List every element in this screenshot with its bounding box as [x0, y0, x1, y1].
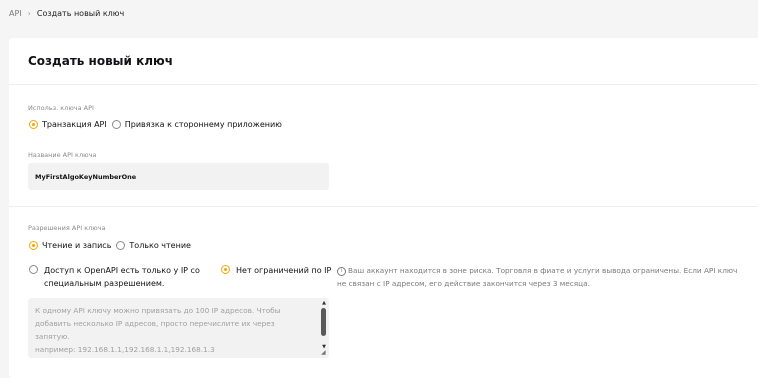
permissions-radio-group: Чтение и запись Только чтение [29, 241, 196, 250]
key-name-input[interactable]: MyFirstAlgoKeyNumberOne [28, 163, 329, 190]
scrollbar-thumb[interactable] [321, 308, 326, 336]
radio-label: Транзакция API [42, 120, 107, 129]
risk-warning-text: Ваш аккаунт находится в зоне риска. Торг… [337, 266, 738, 288]
breadcrumb: API › Создать новый ключ [9, 9, 124, 18]
radio-read-write[interactable]: Чтение и запись [29, 241, 111, 250]
radio-unchecked-icon [111, 120, 121, 129]
section-divider [9, 206, 758, 207]
title-divider [9, 84, 758, 85]
textarea-placeholder-line: например: 192.168.1.1,192.168.1.1,192.16… [35, 345, 215, 354]
radio-api-transaction[interactable]: Транзакция API [29, 120, 107, 129]
risk-warning: i Ваш аккаунт находится в зоне риска. Тор… [337, 264, 747, 290]
textarea-placeholder-line: запятую. [35, 332, 70, 341]
radio-unchecked-icon [116, 241, 126, 250]
permissions-label: Разрешения API ключа [28, 224, 106, 232]
create-key-card: Создать новый ключ Использ. ключа API Тр… [9, 38, 758, 378]
radio-ip-restricted[interactable]: Доступ к OpenAPI есть только у IP со спе… [29, 264, 214, 290]
key-usage-label: Использ. ключа API [28, 104, 94, 112]
breadcrumb-current: Создать новый ключ [36, 9, 125, 18]
radio-checked-icon [29, 120, 38, 129]
radio-checked-icon [29, 241, 38, 250]
page-title: Создать новый ключ [28, 54, 173, 68]
radio-ip-unrestricted[interactable]: Нет ограничений по IP [221, 264, 331, 277]
resize-handle-icon[interactable]: ◢ [321, 350, 327, 356]
chevron-right-icon: › [27, 9, 31, 18]
textarea-placeholder-line: добавить несколько IP адресов, просто пе… [35, 319, 275, 328]
breadcrumb-api-link[interactable]: API [9, 9, 22, 18]
scroll-up-arrow-icon[interactable]: ▲ [321, 300, 327, 306]
radio-unchecked-icon [29, 265, 38, 274]
radio-label: Нет ограничений по IP [236, 266, 332, 275]
radio-label: Доступ к OpenAPI есть только у IP со спе… [44, 266, 200, 288]
key-usage-radio-group: Транзакция API Привязка к стороннему при… [29, 120, 287, 129]
key-name-label: Название API ключа [28, 151, 97, 159]
ip-address-textarea[interactable]: К одному API ключу можно привязать до 10… [28, 298, 329, 358]
radio-read-only[interactable]: Только чтение [116, 241, 191, 250]
radio-third-party-binding[interactable]: Привязка к стороннему приложению [111, 120, 282, 129]
radio-label: Только чтение [129, 241, 191, 250]
radio-label: Привязка к стороннему приложению [124, 120, 282, 129]
radio-checked-icon [221, 265, 230, 274]
radio-label: Чтение и запись [42, 241, 112, 250]
info-icon: i [337, 266, 346, 276]
textarea-placeholder-line: К одному API ключу можно привязать до 10… [35, 306, 281, 315]
